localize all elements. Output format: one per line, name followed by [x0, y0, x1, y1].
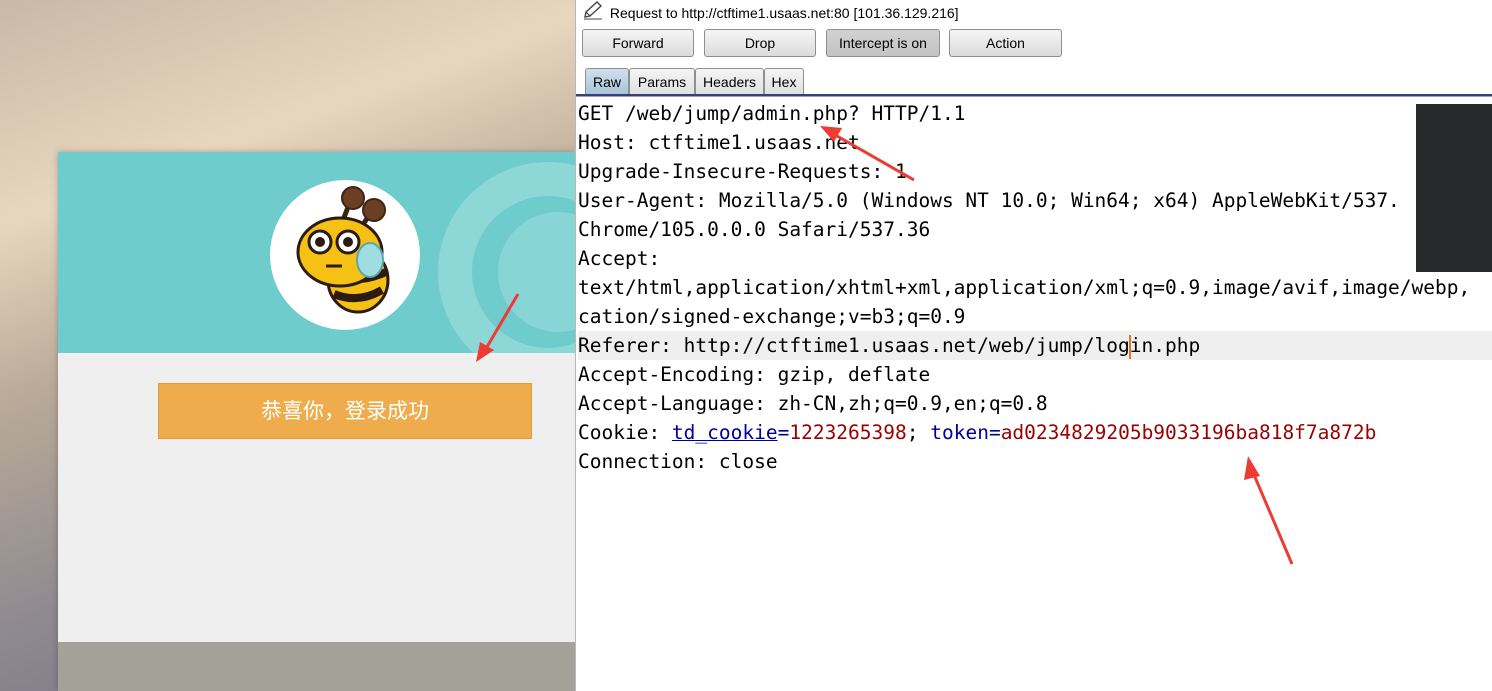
intercept-toggle-button[interactable]: Intercept is on — [826, 29, 940, 57]
upgrade-header: Upgrade-Insecure-Requests: 1 — [578, 160, 907, 183]
request-title-bar: Request to http://ctftime1.usaas.net:80 … — [582, 0, 1482, 22]
login-card: 恭喜你，登录成功 — [58, 152, 575, 691]
tab-headers[interactable]: Headers — [695, 68, 764, 95]
bee-mascot-icon — [296, 186, 390, 314]
action-button[interactable]: Action — [949, 29, 1062, 57]
cookie-separator: ; — [906, 421, 931, 444]
request-line: GET /web/jump/admin.php? HTTP/1.1 — [578, 102, 966, 125]
cookie-name-token: token — [930, 421, 989, 444]
annotation-arrow-icon — [820, 126, 915, 182]
cookie-header: Cookie: td_cookie=1223265398; token=ad02… — [578, 418, 1492, 447]
cookie-name-td-cookie: td_cookie — [671, 421, 778, 444]
referer-text-start: Referer: http://ctftime1.usaas.net/web/j… — [578, 334, 1130, 357]
referer-text-end: in.php — [1129, 334, 1201, 357]
accept-language-header: Accept-Language: zh-CN,zh;q=0.9,en;q=0.8 — [578, 392, 1048, 415]
browser-background: 恭喜你，登录成功 — [0, 0, 575, 691]
accept-values: text/html,application/xhtml+xml,applicat… — [578, 276, 1471, 299]
request-title: Request to http://ctftime1.usaas.net:80 … — [609, 5, 959, 21]
forward-button[interactable]: Forward — [582, 29, 694, 57]
user-agent-header: User-Agent: Mozilla/5.0 (Windows NT 10.0… — [578, 189, 1400, 212]
card-footer — [58, 642, 575, 691]
burp-intercept-panel: Request to http://ctftime1.usaas.net:80 … — [575, 0, 1492, 691]
cookie-equals: = — [777, 421, 790, 444]
accept-encoding-header: Accept-Encoding: gzip, deflate — [578, 363, 931, 386]
host-header: Host: ctftime1.usaas.net — [578, 131, 860, 154]
user-agent-continued: Chrome/105.0.0.0 Safari/537.36 — [578, 218, 931, 241]
connection-header: Connection: close — [578, 450, 778, 473]
cookie-equals-token: = — [988, 421, 1001, 444]
cookie-prefix: Cookie: — [578, 421, 672, 444]
drop-button[interactable]: Drop — [704, 29, 816, 57]
accept-values-continued: cation/signed-exchange;v=b3;q=0.9 — [578, 305, 966, 328]
raw-request-editor[interactable]: GET /web/jump/admin.php? HTTP/1.1 Host: … — [576, 98, 1492, 691]
accept-header: Accept: — [578, 247, 661, 270]
tab-hex[interactable]: Hex — [764, 68, 804, 95]
overlapping-dark-window — [1416, 104, 1492, 272]
login-success-button[interactable]: 恭喜你，登录成功 — [158, 383, 532, 439]
pencil-icon — [582, 0, 606, 26]
tab-divider — [576, 94, 1492, 97]
annotation-arrow-icon — [476, 293, 520, 362]
avatar — [270, 180, 420, 330]
tab-raw[interactable]: Raw — [585, 68, 629, 95]
tab-params[interactable]: Params — [629, 68, 695, 95]
referer-header: Referer: http://ctftime1.usaas.net/web/j… — [578, 331, 1492, 360]
annotation-arrow-icon — [1244, 456, 1294, 565]
cookie-value-token: ad0234829205b9033196ba818f7a872b — [1000, 421, 1377, 444]
cookie-value-td-cookie: 1223265398 — [789, 421, 907, 444]
